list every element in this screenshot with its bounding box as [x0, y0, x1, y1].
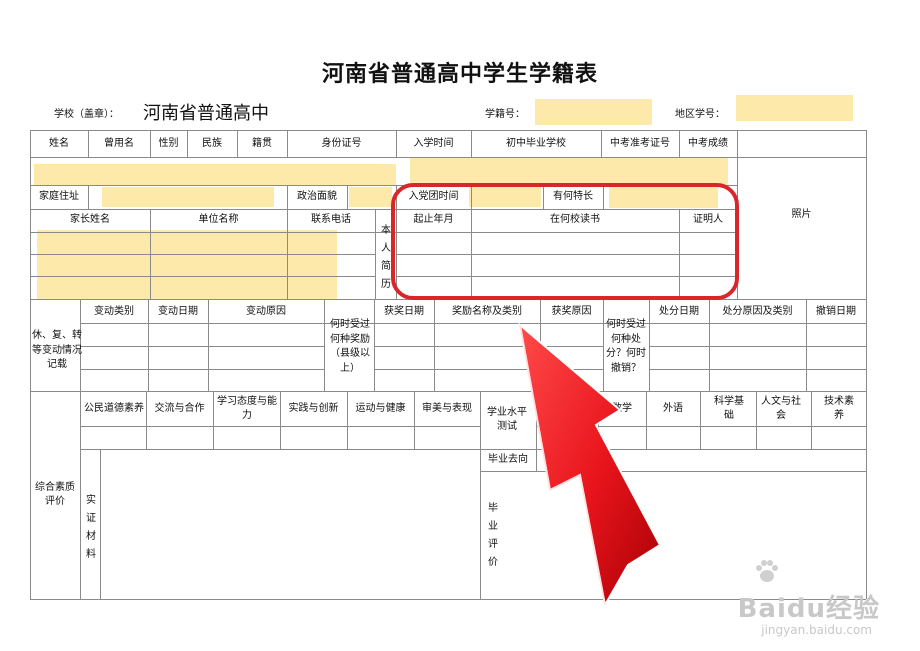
grid-line-v [811, 391, 812, 449]
cell-phone: 联系电话 [311, 214, 351, 226]
cell-practice: 实践与创新 [288, 402, 339, 414]
cell-exam-ticket: 中考准考证号 [610, 137, 670, 149]
grid-line-v [480, 391, 481, 599]
cell-former-name: 曾用名 [104, 137, 134, 149]
grid-line-h [80, 346, 324, 347]
cell-revoke-date: 撤销日期 [816, 305, 856, 317]
political-status-value[interactable] [349, 187, 392, 207]
cell-punish-reason: 处分原因及类别 [722, 305, 793, 317]
school-name: 河南省普通高中 [143, 103, 269, 124]
cell-photo: 照片 [791, 208, 812, 220]
region-no-label: 地区学号： [675, 109, 725, 120]
watermark-brand: Baidu经验 [737, 594, 880, 624]
cell-junior-school: 初中毕业学校 [506, 137, 566, 149]
grid-line-h [80, 369, 324, 370]
grid-line-h [80, 323, 866, 324]
grid-line-v [700, 391, 701, 449]
cell-science: 科学基础 [714, 395, 744, 422]
grid-line-v [100, 449, 101, 599]
cell-ethnicity: 民族 [202, 137, 222, 149]
student-no-field[interactable] [535, 99, 652, 125]
cell-name: 姓名 [49, 137, 69, 149]
cell-sports: 运动与健康 [355, 402, 406, 414]
school-label: 学校（盖章）： [54, 109, 119, 120]
cell-attitude: 学习态度与能力 [217, 395, 277, 422]
cell-home-address: 家庭住址 [39, 191, 79, 203]
cell-reward-question: 何时受过何种奖励（县级以上） [330, 319, 370, 374]
cell-reward-date: 获奖日期 [384, 305, 424, 317]
name-row-value[interactable] [34, 164, 396, 185]
paw-icon [756, 560, 778, 582]
grid-line-v [324, 299, 325, 391]
grid-line-v [347, 185, 348, 209]
cell-work-unit: 单位名称 [198, 214, 239, 226]
grid-line-h [30, 276, 375, 277]
annotation-arrow [518, 322, 662, 608]
student-no-label: 学籍号： [485, 109, 525, 120]
cell-exam-score: 中考成绩 [688, 137, 728, 149]
cell-gender: 性别 [158, 137, 179, 149]
cell-change-type: 变动类别 [94, 305, 134, 317]
form-title: 河南省普通高中学生学籍表 [321, 62, 598, 87]
grid-line-v [213, 391, 214, 449]
cell-native-place: 籍贯 [252, 137, 272, 149]
annotation-box [391, 183, 739, 300]
cell-change-date: 变动日期 [158, 305, 198, 317]
cell-humanities: 人文与社会 [761, 395, 801, 422]
cell-political-status: 政治面貌 [297, 191, 337, 203]
cell-graduation-eval: 毕业评价 [488, 503, 498, 568]
cell-change-reason: 变动原因 [246, 305, 286, 317]
school-row-value[interactable] [410, 158, 728, 185]
cell-changes-label: 休、复、转等变动情况记载 [32, 330, 82, 371]
cell-civic: 公民道德素养 [84, 402, 144, 414]
cell-quality-label: 综合素质评价 [35, 481, 75, 508]
cell-enroll-time: 入学时间 [413, 137, 454, 149]
cell-aesthetics: 审美与表现 [422, 402, 472, 414]
cell-evidence: 实证材料 [86, 495, 96, 560]
cell-id-number: 身份证号 [321, 137, 362, 149]
grid-line-h [80, 449, 480, 450]
grid-line-h [30, 254, 375, 255]
grid-line-v [88, 185, 89, 209]
grid-line-v [375, 209, 376, 299]
cell-tech: 技术素养 [824, 395, 854, 422]
grid-line-v [866, 130, 867, 599]
cell-parent-name: 家长姓名 [70, 214, 110, 226]
watermark-url: jingyan.baidu.com [761, 623, 872, 637]
region-no-field[interactable] [736, 95, 853, 121]
home-address-value[interactable] [102, 187, 274, 207]
family-values[interactable] [37, 230, 337, 300]
cell-communication: 交流与合作 [154, 402, 205, 414]
